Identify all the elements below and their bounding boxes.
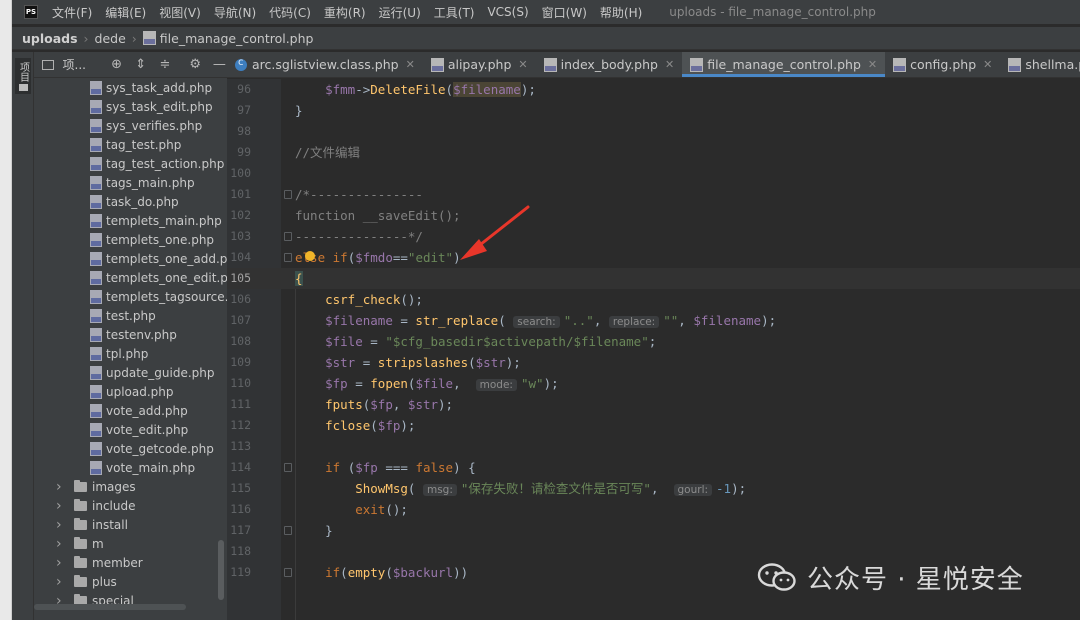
watermark: 公众号 · 星悦安全 [757, 560, 1024, 595]
annotation-arrow-icon [460, 205, 530, 260]
ide-window: PS 文件(F) 编辑(E) 视图(V) 导航(N) 代码(C) 重构(R) 运… [0, 0, 1080, 620]
watermark-text: 公众号 · 星悦安全 [807, 564, 1024, 595]
wechat-icon [757, 563, 796, 591]
